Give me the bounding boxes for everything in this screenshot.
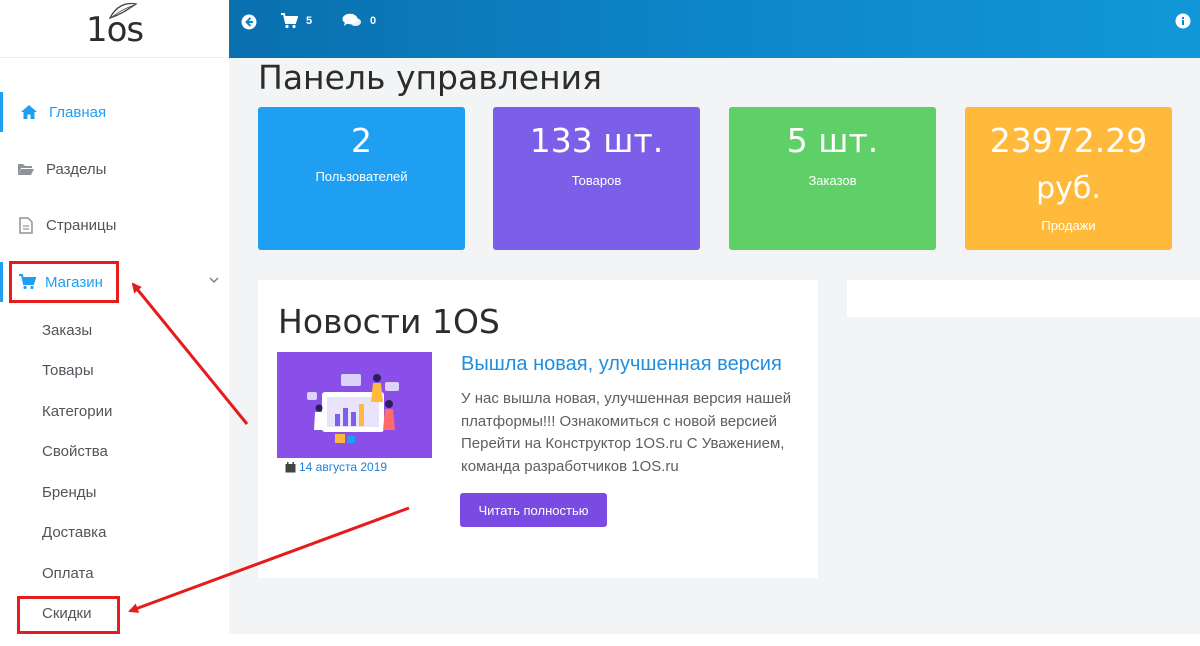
stat-label: Товаров: [571, 173, 622, 188]
messages-count: 0: [370, 15, 377, 27]
sidebar-item-sections[interactable]: Разделы: [0, 149, 229, 189]
stat-label: Пользователей: [315, 169, 408, 184]
folder-open-icon: [16, 159, 36, 179]
sidebar: 1os Главная Разделы Страницы Магазин Зак…: [0, 0, 229, 646]
calendar-icon: [285, 461, 296, 472]
stat-card-products[interactable]: 133 шт. Товаров: [493, 107, 700, 250]
back-arrow-icon: [241, 14, 257, 30]
stat-card-users[interactable]: 2 Пользователей: [258, 107, 465, 250]
sidebar-item-label: Главная: [49, 103, 107, 121]
stat-value: 23972.29: [989, 121, 1148, 160]
messages-button[interactable]: 0: [342, 13, 376, 29]
info-button[interactable]: [1175, 13, 1191, 29]
news-date: 14 августа 2019: [285, 460, 387, 474]
info-icon: [1175, 13, 1191, 29]
logo-text: 1os: [86, 10, 144, 50]
back-button[interactable]: [241, 14, 257, 30]
stat-value: 2: [351, 121, 372, 160]
sidebar-item-home[interactable]: Главная: [0, 92, 229, 132]
footer: [229, 634, 1200, 646]
home-icon: [19, 102, 39, 122]
submenu-item-payment[interactable]: Оплата: [42, 565, 94, 582]
submenu-item-orders[interactable]: Заказы: [42, 322, 92, 339]
news-thumbnail[interactable]: [277, 352, 432, 458]
chevron-down-icon[interactable]: [208, 274, 220, 286]
cart-count: 5: [306, 15, 313, 27]
file-icon: [16, 215, 36, 235]
stat-card-orders[interactable]: 5 шт. Заказов: [729, 107, 936, 250]
news-date-text[interactable]: 14 августа 2019: [299, 460, 387, 474]
topbar: 5 0: [229, 0, 1200, 58]
read-more-button[interactable]: Читать полностью: [460, 493, 607, 527]
stat-label: Продажи: [1041, 218, 1096, 233]
submenu-item-categories[interactable]: Категории: [42, 403, 112, 420]
cart-button[interactable]: 5: [280, 13, 312, 29]
news-body-text: У нас вышла новая, улучшенная версия наш…: [461, 390, 792, 475]
stat-card-sales[interactable]: 23972.29 руб. Продажи: [965, 107, 1172, 250]
submenu-item-products[interactable]: Товары: [42, 362, 94, 379]
submenu-item-delivery[interactable]: Доставка: [42, 524, 106, 541]
sidebar-item-label: Разделы: [46, 160, 107, 178]
comments-icon: [342, 13, 361, 26]
highlight-box-shop: [9, 261, 119, 303]
news-headline-link[interactable]: Вышла новая, улучшенная версия: [461, 353, 782, 376]
sidebar-item-label: Страницы: [46, 216, 117, 234]
page-title: Панель управления: [258, 58, 602, 97]
logo[interactable]: 1os: [0, 0, 229, 58]
right-empty-panel: [847, 280, 1200, 317]
cart-icon: [281, 13, 298, 29]
stat-value-unit: руб.: [1036, 171, 1101, 206]
stat-value: 5 шт.: [786, 121, 879, 160]
highlight-box-discounts: [17, 596, 120, 634]
news-panel: Новости 1OS 14 августа 2019 Вышла новая,: [258, 280, 818, 578]
stat-value: 133 шт.: [529, 121, 664, 160]
sidebar-item-pages[interactable]: Страницы: [0, 205, 229, 245]
submenu-item-properties[interactable]: Свойства: [42, 443, 108, 460]
stat-label: Заказов: [808, 173, 857, 188]
submenu-item-brands[interactable]: Бренды: [42, 484, 96, 501]
news-section-title: Новости 1OS: [278, 302, 500, 341]
news-illustration: [277, 352, 432, 458]
